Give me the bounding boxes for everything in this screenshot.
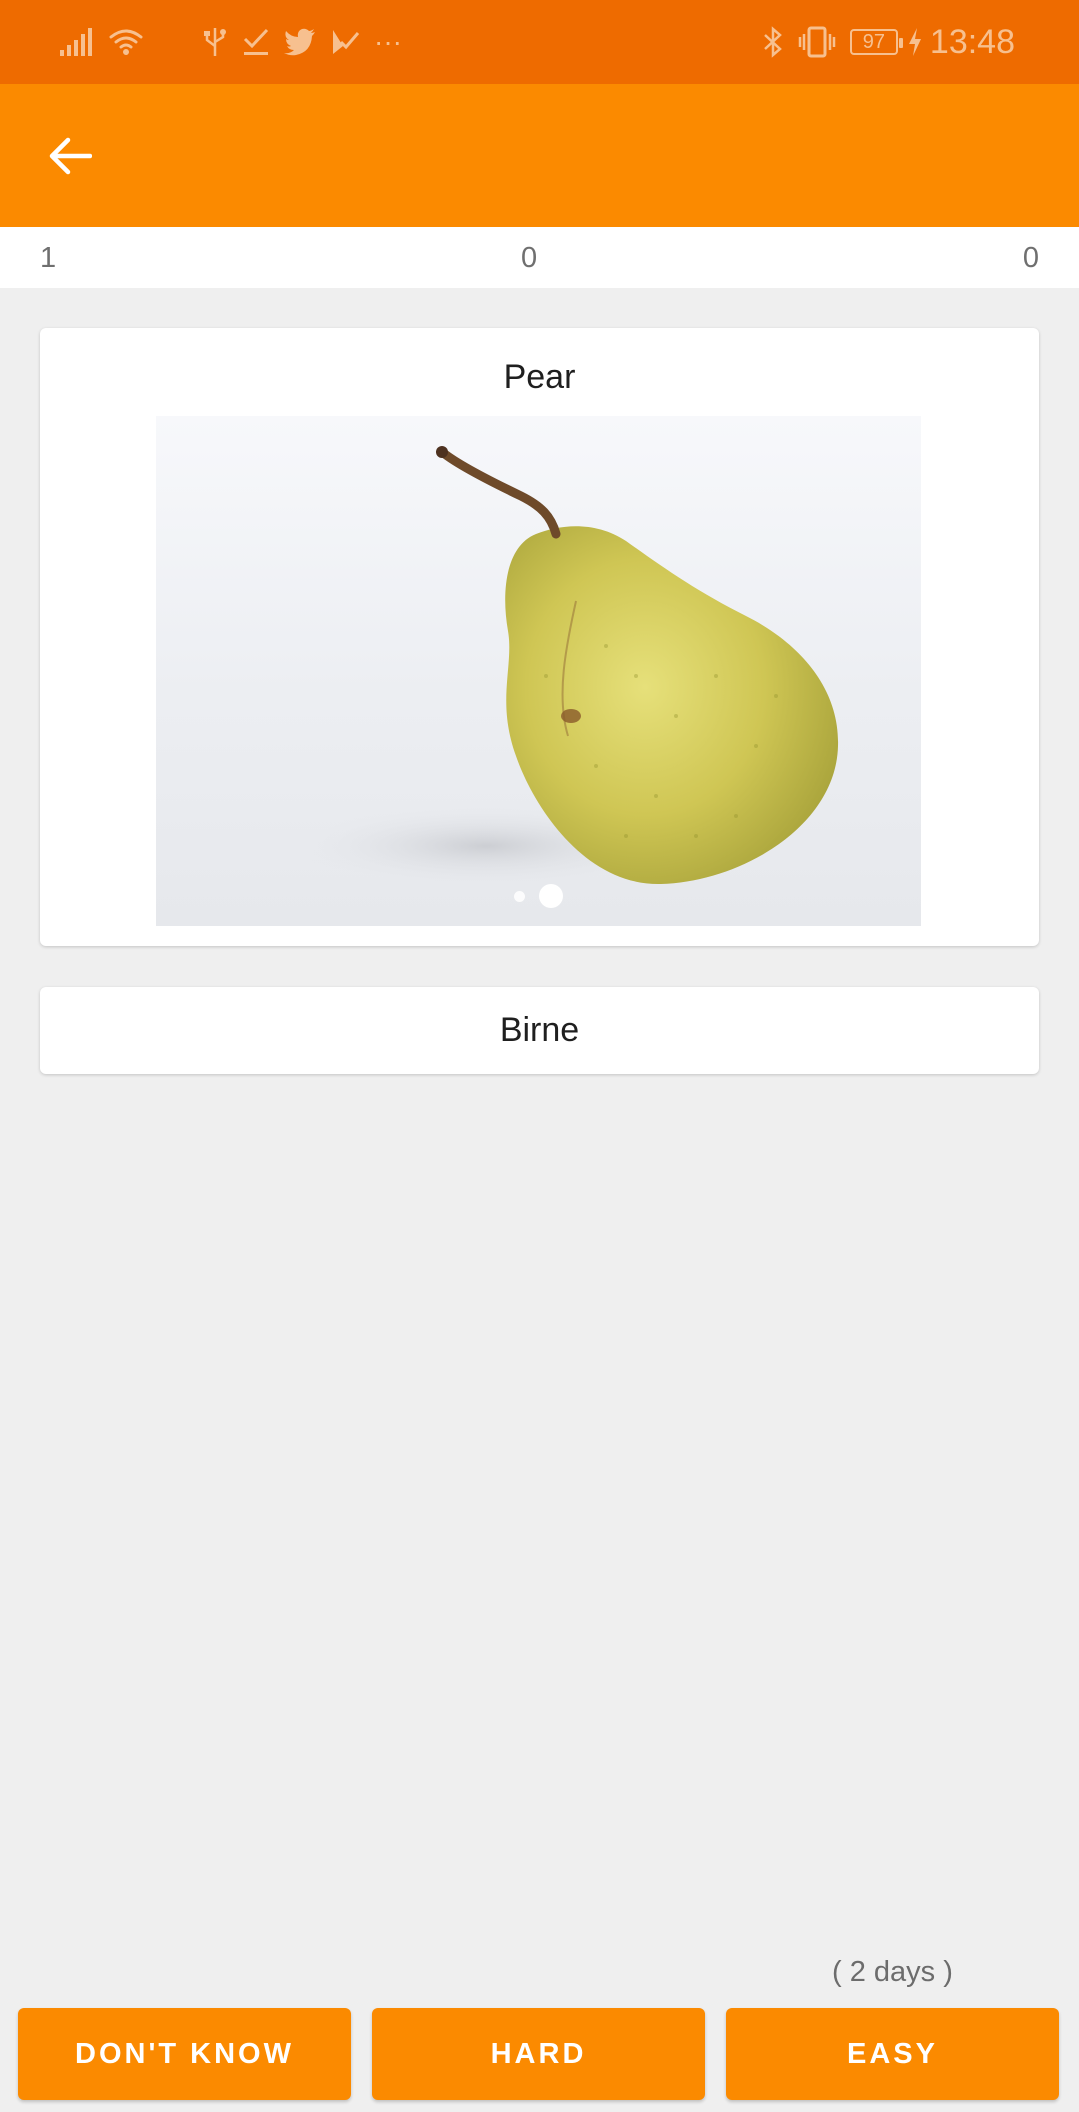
arrow-left-icon <box>49 137 92 175</box>
status-bar-right: 97 13:48 <box>762 23 1015 62</box>
learning-count: 0 <box>521 242 538 274</box>
card-front-title: Pear <box>503 358 576 396</box>
app-bar <box>0 84 1079 227</box>
status-bar-left: ··· <box>60 26 416 58</box>
flashcard-review-screen: ··· 97 13:48 1 0 0 Pear Birne (2 days)… <box>0 0 1079 2112</box>
battery-icon: 97 <box>849 29 903 55</box>
wifi-icon <box>108 27 144 57</box>
pear-image <box>296 446 839 886</box>
dont-know-button[interactable]: DON'T KNOW <box>18 2008 351 2100</box>
easy-interval-label: ( 2 days ) <box>832 1956 953 1988</box>
card-back[interactable]: Birne <box>40 987 1039 1074</box>
review-count: 0 <box>1022 242 1039 274</box>
review-counters: 1 0 0 <box>0 227 1079 288</box>
carousel-dot[interactable] <box>514 890 525 902</box>
carousel-dot-active[interactable] <box>539 884 563 908</box>
flag-check-icon <box>330 28 360 56</box>
twitter-icon <box>284 28 316 56</box>
hard-button[interactable]: HARD <box>372 2008 705 2100</box>
new-count: 1 <box>40 242 57 274</box>
vibrate-icon <box>798 26 836 58</box>
charging-icon <box>908 28 922 56</box>
image-carousel[interactable] <box>156 416 921 926</box>
clock: 13:48 <box>929 22 1015 61</box>
status-bar: ··· 97 13:48 <box>0 0 1079 84</box>
more-dots-icon: ··· <box>374 26 402 57</box>
card-front[interactable]: Pear <box>40 328 1039 946</box>
back-button[interactable] <box>42 128 98 184</box>
task-check-icon <box>242 27 270 57</box>
carousel-indicator <box>156 884 921 908</box>
card-back-title: Birne <box>499 1011 580 1049</box>
bluetooth-icon <box>762 26 784 58</box>
usb-icon <box>202 26 228 58</box>
signal-icon <box>60 28 94 56</box>
easy-button[interactable]: EASY <box>726 2008 1059 2100</box>
